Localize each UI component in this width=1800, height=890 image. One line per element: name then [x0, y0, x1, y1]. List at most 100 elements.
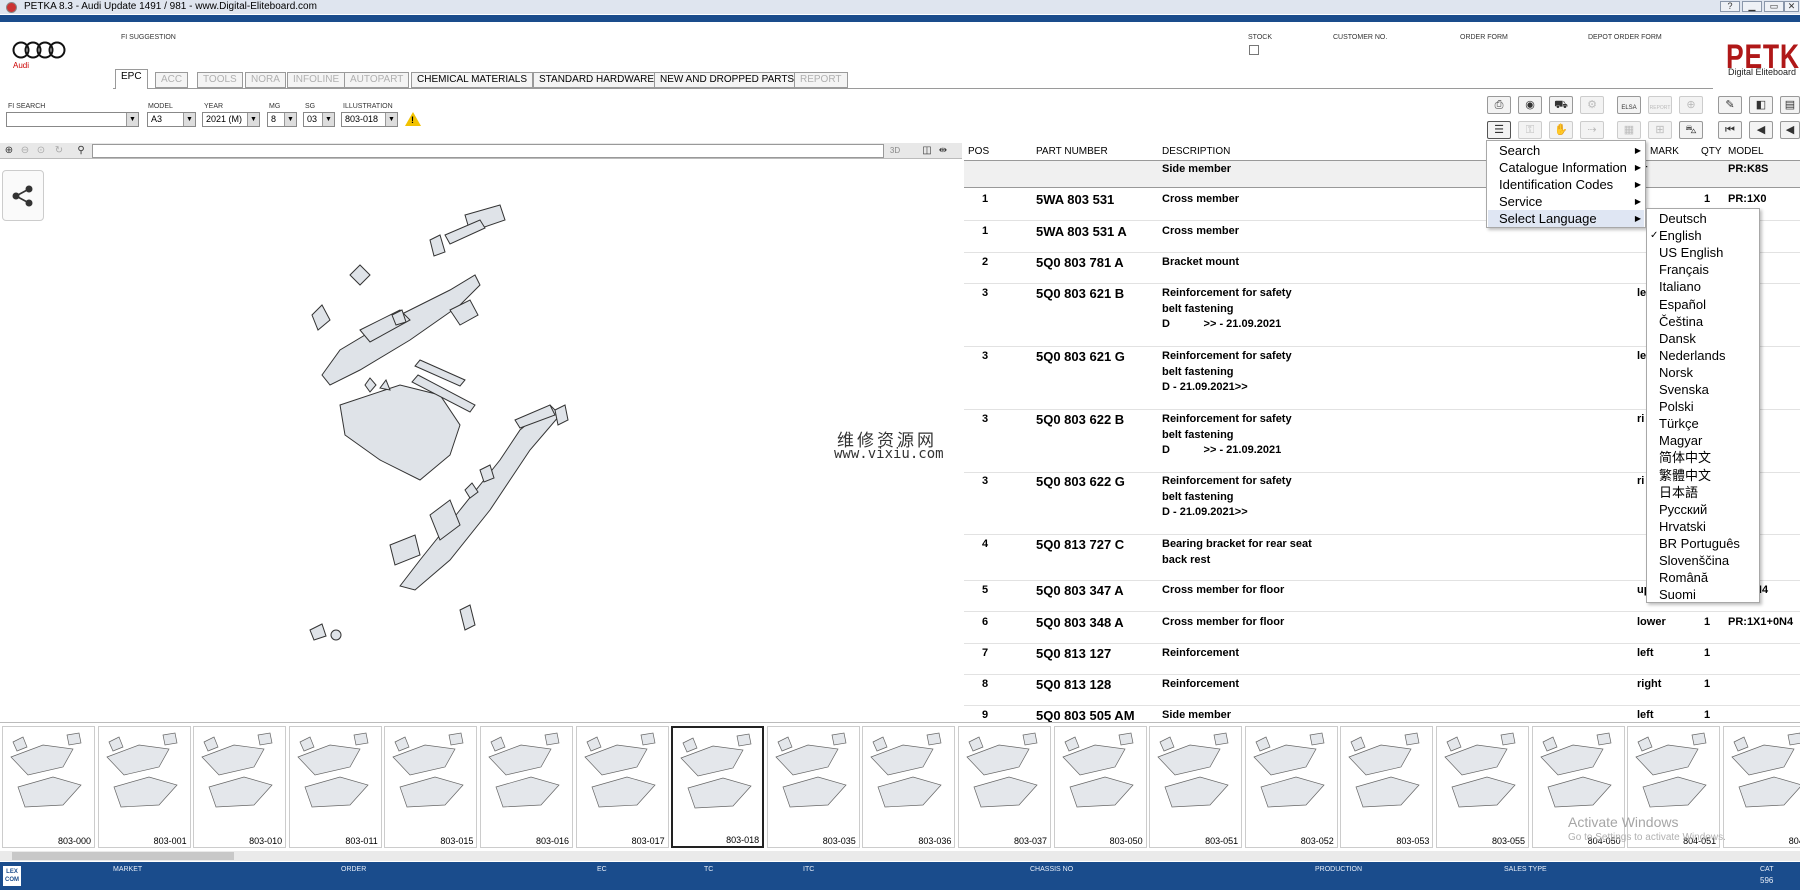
sg-select[interactable]: 03 ▼	[303, 112, 335, 127]
col-description[interactable]: DESCRIPTION	[1162, 146, 1230, 157]
language-item[interactable]: Dansk	[1659, 330, 1696, 347]
tab-infoline[interactable]: INFOLINE	[287, 72, 346, 88]
tab-standard-hardware[interactable]: STANDARD HARDWARE	[533, 72, 661, 88]
search-icon[interactable]: ⚲	[74, 144, 88, 157]
language-item[interactable]: Español	[1659, 296, 1706, 313]
language-item[interactable]: 简体中文	[1659, 449, 1711, 466]
zoom-out-icon[interactable]: ⊖	[18, 144, 32, 157]
language-item[interactable]: Română	[1659, 569, 1708, 586]
language-item[interactable]: Nederlands	[1659, 347, 1726, 364]
menu-item-search[interactable]: Search	[1499, 142, 1540, 159]
report-button[interactable]: REPORT	[1648, 96, 1672, 114]
illustration-thumbnail[interactable]: 804-0	[1722, 726, 1800, 848]
tab-autopart[interactable]: AUTOPART	[344, 72, 410, 88]
col-pos[interactable]: POS	[968, 146, 989, 157]
menu-item-catalogue-information[interactable]: Catalogue Information	[1499, 159, 1627, 176]
illustration-thumbnail[interactable]: 803-052	[1244, 726, 1338, 848]
language-item[interactable]: Polski	[1659, 398, 1694, 415]
next-list-icon[interactable]: ▤	[1780, 96, 1800, 114]
illustration-select[interactable]: 803-018 ▼	[341, 112, 398, 127]
menu-item-identification-codes[interactable]: Identification Codes	[1499, 176, 1613, 193]
table-row[interactable]: 8 5Q0 813 128 Reinforcement right 1	[964, 675, 1800, 706]
tab-new-and-dropped-parts[interactable]: NEW AND DROPPED PARTS	[654, 72, 801, 88]
illustration-thumbnail[interactable]: 803-017	[575, 726, 669, 848]
stock-checkbox[interactable]	[1249, 45, 1259, 55]
language-item[interactable]: Čeština	[1659, 313, 1703, 330]
mg-select[interactable]: 8 ▼	[267, 112, 297, 127]
tab-chemical-materials[interactable]: CHEMICAL MATERIALS	[411, 72, 534, 88]
language-item[interactable]: Italiano	[1659, 278, 1701, 295]
illustration-thumbnail[interactable]: 803-015	[384, 726, 478, 848]
illustration-thumbnail[interactable]: 803-001	[97, 726, 191, 848]
language-item[interactable]: Hrvatski	[1659, 518, 1706, 535]
key-icon[interactable]: ⚿	[1518, 121, 1542, 139]
illustration-thumbnail[interactable]: 803-051	[1149, 726, 1243, 848]
language-item[interactable]: Русский	[1659, 501, 1707, 518]
stamp-icon[interactable]: ◉	[1518, 96, 1542, 114]
cart-icon[interactable]: ⊞	[1648, 121, 1672, 139]
year-select[interactable]: 2021 (M) ▼	[202, 112, 260, 127]
settings-car-icon[interactable]: ⚙	[1580, 96, 1604, 114]
previous-page-icon[interactable]: ◀	[1749, 121, 1773, 139]
print-icon[interactable]: ⎙	[1487, 96, 1511, 114]
table-row[interactable]: 6 5Q0 803 348 A Cross member for floor lowe…	[964, 613, 1800, 644]
illustration-thumbnail[interactable]: 803-036	[862, 726, 956, 848]
split-view-icon[interactable]: ◫	[920, 144, 934, 157]
shopping-cart-icon[interactable]: ⛍	[1679, 121, 1703, 139]
language-item[interactable]: Svenska	[1659, 381, 1709, 398]
tab-acc[interactable]: ACC	[155, 72, 189, 88]
exploded-parts-diagram[interactable]	[300, 180, 620, 660]
maximize-button[interactable]: ▭	[1764, 1, 1784, 12]
illustration-thumbnail[interactable]: 803-053	[1340, 726, 1434, 848]
col-part-number[interactable]: PART NUMBER	[1036, 146, 1108, 157]
illustration-thumbnail[interactable]: 803-000	[2, 726, 95, 848]
previous-icon[interactable]: ◀	[1780, 121, 1800, 139]
group-row[interactable]: Side member ar PR:K8S	[964, 160, 1800, 188]
pin-icon[interactable]: ✎	[1718, 96, 1742, 114]
minimize-button[interactable]: ▁	[1742, 1, 1762, 12]
share-button[interactable]	[2, 170, 44, 221]
help-icon[interactable]: ?	[1720, 1, 1740, 12]
zoom-fit-icon[interactable]: ⊙	[34, 144, 48, 157]
language-item[interactable]: Deutsch	[1659, 210, 1707, 227]
thumbnail-scrollbar[interactable]	[0, 851, 1800, 861]
chevron-down-icon[interactable]: ▼	[385, 113, 397, 126]
car-icon[interactable]: ⛟	[1549, 96, 1573, 114]
chevron-down-icon[interactable]: ▼	[322, 113, 334, 126]
parts-icon[interactable]: ▦	[1617, 121, 1641, 139]
illustration-thumbnail[interactable]: 803-010	[193, 726, 287, 848]
illustration-thumbnail[interactable]: 803-035	[766, 726, 860, 848]
close-button[interactable]: ✕	[1784, 1, 1799, 12]
tab-epc[interactable]: EPC	[115, 69, 148, 89]
language-item[interactable]: Norsk	[1659, 364, 1693, 381]
viewer-search-field[interactable]	[92, 144, 884, 158]
menu-button[interactable]: ☰	[1487, 121, 1511, 139]
chevron-down-icon[interactable]: ▼	[126, 113, 138, 126]
col-mark[interactable]: MARK	[1650, 146, 1679, 157]
hand-icon[interactable]: ✋	[1549, 121, 1573, 139]
language-item[interactable]: Français	[1659, 261, 1709, 278]
table-row[interactable]: 7 5Q0 813 127 Reinforcement left 1	[964, 644, 1800, 675]
arrow-icon[interactable]: ⇢	[1580, 121, 1604, 139]
elsa-button[interactable]: ELSA	[1617, 96, 1641, 114]
illustration-thumbnail[interactable]: 803-050	[1053, 726, 1147, 848]
illustration-thumbnail[interactable]: 803-055	[1436, 726, 1529, 848]
col-model[interactable]: MODEL	[1728, 146, 1764, 157]
illustration-thumbnail[interactable]: 803-016	[480, 726, 573, 848]
warning-icon[interactable]: !	[405, 112, 421, 126]
cart-add-icon[interactable]: ⊕	[1679, 96, 1703, 114]
illustration-thumbnail[interactable]: 803-011	[288, 726, 382, 848]
chevron-down-icon[interactable]: ▼	[183, 113, 195, 126]
back-list-icon[interactable]: ◧	[1749, 96, 1773, 114]
language-item[interactable]: BR Português	[1659, 535, 1740, 552]
illustration-thumbnail[interactable]: 803-037	[958, 726, 1051, 848]
menu-item-select-language[interactable]: Select Language	[1488, 210, 1644, 227]
fi-search-input[interactable]: ▼	[6, 112, 139, 127]
model-select[interactable]: A3 ▼	[147, 112, 196, 127]
first-page-icon[interactable]: ⏮	[1718, 121, 1742, 139]
language-item[interactable]: US English	[1659, 244, 1723, 261]
zoom-in-icon[interactable]: ⊕	[2, 144, 16, 157]
tab-nora[interactable]: NORA	[245, 72, 286, 88]
tab-report[interactable]: REPORT	[794, 72, 848, 88]
view-3d-button[interactable]: 3D	[888, 144, 902, 157]
